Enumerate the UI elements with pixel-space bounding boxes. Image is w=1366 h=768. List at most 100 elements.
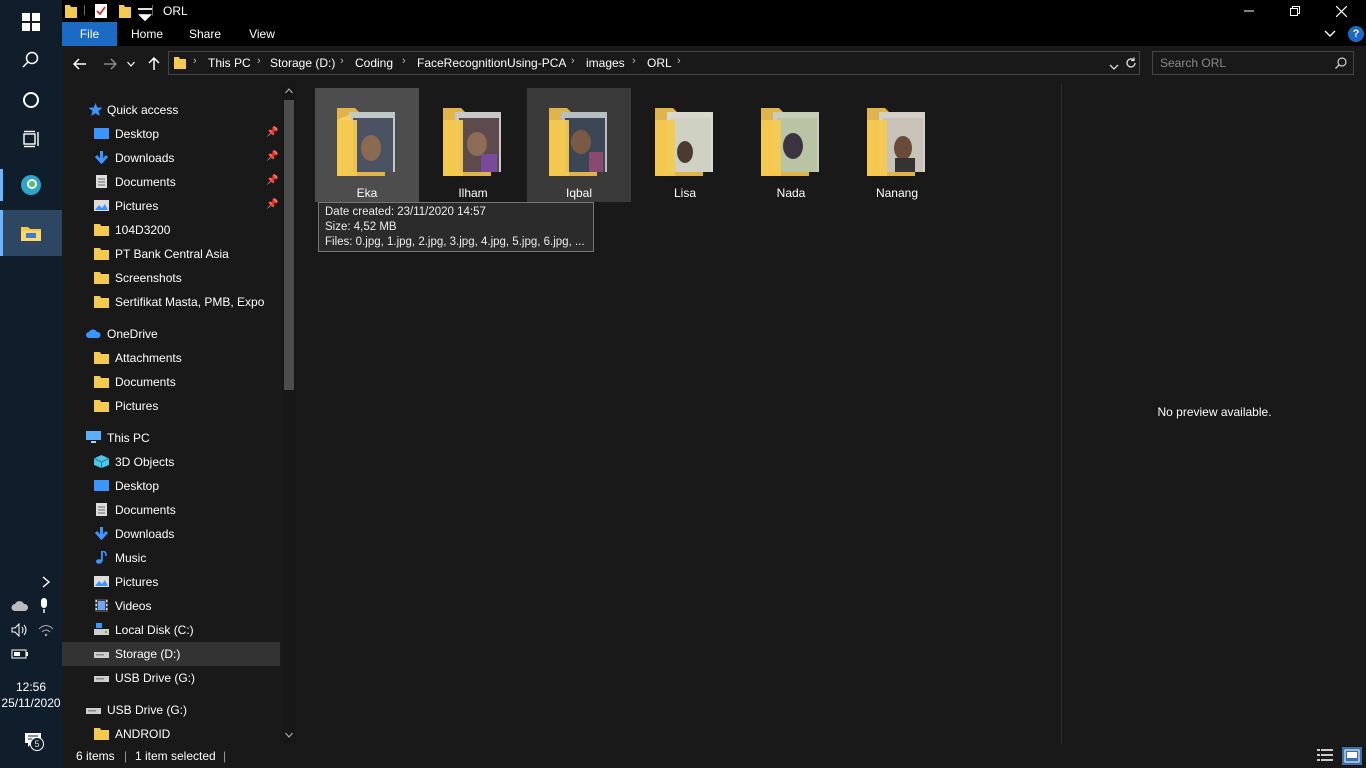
tab-view[interactable]: View xyxy=(239,22,285,46)
nav-pc-downloads[interactable]: Downloads xyxy=(62,522,280,546)
new-folder-icon[interactable] xyxy=(118,3,132,19)
pin-icon: 📌 xyxy=(266,151,279,162)
folder-icon xyxy=(94,272,109,284)
onedrive-tray-icon[interactable] xyxy=(10,597,30,615)
breadcrumb-this-pc[interactable]: This PC xyxy=(208,56,251,70)
search-button[interactable] xyxy=(0,38,62,82)
properties-icon[interactable] xyxy=(94,3,108,19)
nav-pc-usb-drive[interactable]: USB Drive (G:) xyxy=(62,666,280,690)
nav-pc-storage[interactable]: Storage (D:) xyxy=(62,642,280,666)
network-tray-icon[interactable] xyxy=(36,621,56,639)
scroll-up-icon[interactable] xyxy=(285,88,293,94)
nav-od-pictures[interactable]: Pictures xyxy=(62,394,280,418)
nav-label: Documents xyxy=(115,175,176,189)
windows-logo-icon xyxy=(22,13,40,31)
show-hidden-icons[interactable] xyxy=(36,573,56,591)
nav-qa-downloads[interactable]: Downloads 📌 xyxy=(62,146,280,170)
documents-icon xyxy=(96,175,107,188)
search-input[interactable]: Search ORL xyxy=(1152,51,1354,75)
battery-tray-icon[interactable] xyxy=(10,645,30,663)
expand-ribbon-button[interactable] xyxy=(1324,28,1336,42)
address-history-dropdown[interactable] xyxy=(1109,60,1119,74)
nav-qa-folder[interactable]: 104D3200 xyxy=(62,218,280,242)
folder-item[interactable]: Iqbal xyxy=(527,88,631,202)
pin-icon: 📌 xyxy=(266,199,279,210)
nav-quick-access[interactable]: Quick access xyxy=(62,98,280,122)
folder-item[interactable]: Nada xyxy=(739,88,843,202)
nav-pc-documents[interactable]: Documents xyxy=(62,498,280,522)
chevron-down-icon xyxy=(127,61,135,67)
folder-item[interactable]: Eka xyxy=(315,88,419,202)
clock[interactable]: 12:56 25/11/2020 xyxy=(0,679,62,711)
nav-onedrive[interactable]: OneDrive xyxy=(62,322,280,346)
breadcrumb-separator[interactable]: › xyxy=(677,55,681,67)
minimize-button[interactable] xyxy=(1226,0,1272,22)
nav-this-pc[interactable]: This PC xyxy=(62,426,280,450)
breadcrumb-separator[interactable]: › xyxy=(193,55,197,67)
nav-qa-folder[interactable]: Screenshots xyxy=(62,266,280,290)
nav-usb-android[interactable]: ANDROID xyxy=(62,722,280,744)
forward-button[interactable] xyxy=(100,54,120,74)
nav-qa-folder[interactable]: PT Bank Central Asia xyxy=(62,242,280,266)
volume-tray-icon[interactable] xyxy=(10,621,30,639)
large-icons-view-button[interactable] xyxy=(1342,747,1362,765)
arrow-left-icon xyxy=(73,58,86,70)
task-view-button[interactable] xyxy=(0,117,62,161)
breadcrumb-separator[interactable]: › xyxy=(632,55,636,67)
taskbar-app-file-explorer[interactable] xyxy=(0,210,62,256)
nav-od-attachments[interactable]: Attachments xyxy=(62,346,280,370)
status-separator: | xyxy=(124,749,128,763)
tab-file[interactable]: File xyxy=(62,22,117,46)
breadcrumb-separator[interactable]: › xyxy=(340,55,344,67)
nav-pc-pictures[interactable]: Pictures xyxy=(62,570,280,594)
close-button[interactable] xyxy=(1318,0,1364,22)
breadcrumb-project[interactable]: FaceRecognitionUsing-PCA xyxy=(417,56,566,70)
folder-item[interactable]: Lisa xyxy=(633,88,737,202)
breadcrumb-separator[interactable]: › xyxy=(257,55,261,67)
nav-usb[interactable]: USB Drive (G:) xyxy=(62,698,280,722)
cortana-button[interactable] xyxy=(0,78,62,122)
folder-item[interactable]: Nanang xyxy=(845,88,949,202)
taskbar-app-edge[interactable] xyxy=(0,163,62,207)
microphone-tray-icon[interactable] xyxy=(34,597,54,615)
nav-qa-desktop[interactable]: Desktop 📌 xyxy=(62,122,280,146)
nav-pc-videos[interactable]: Videos xyxy=(62,594,280,618)
file-explorer-icon xyxy=(21,227,41,241)
breadcrumb-orl[interactable]: ORL xyxy=(647,56,672,70)
address-bar[interactable]: › This PC › Storage (D:) › Coding › Face… xyxy=(168,51,1140,75)
nav-label: Documents xyxy=(115,375,176,389)
scroll-down-icon[interactable] xyxy=(285,732,293,738)
up-button[interactable] xyxy=(144,54,164,74)
documents-icon xyxy=(96,503,107,516)
nav-qa-documents[interactable]: Documents 📌 xyxy=(62,170,280,194)
refresh-button[interactable] xyxy=(1125,57,1137,72)
nav-pc-local-disk[interactable]: Local Disk (C:) xyxy=(62,618,280,642)
search-icon[interactable] xyxy=(1335,57,1347,69)
file-list[interactable]: Eka Ilham Iqbal Lisa Nada Nanang xyxy=(300,84,1060,744)
breadcrumb-coding[interactable]: Coding xyxy=(355,56,393,70)
breadcrumb-separator[interactable]: › xyxy=(402,55,406,67)
nav-scrollbar[interactable] xyxy=(282,84,296,744)
action-center-button[interactable]: 5 xyxy=(20,728,46,752)
nav-qa-folder[interactable]: Sertifikat Masta, PMB, Expo xyxy=(62,290,280,314)
nav-qa-pictures[interactable]: Pictures 📌 xyxy=(62,194,280,218)
nav-od-documents[interactable]: Documents xyxy=(62,370,280,394)
breadcrumb-images[interactable]: images xyxy=(586,56,625,70)
nav-pc-music[interactable]: Music xyxy=(62,546,280,570)
back-button[interactable] xyxy=(70,54,90,74)
tab-home[interactable]: Home xyxy=(124,22,170,46)
folder-item[interactable]: Ilham xyxy=(421,88,525,202)
details-view-button[interactable] xyxy=(1317,748,1335,764)
title-separator: | xyxy=(151,4,154,16)
pictures-icon xyxy=(94,200,109,211)
nav-pc-desktop[interactable]: Desktop xyxy=(62,474,280,498)
scroll-thumb[interactable] xyxy=(284,100,294,390)
restore-button[interactable] xyxy=(1272,0,1318,22)
breadcrumb-separator[interactable]: › xyxy=(571,55,575,67)
help-button[interactable]: ? xyxy=(1348,26,1364,42)
breadcrumb-storage[interactable]: Storage (D:) xyxy=(270,56,335,70)
recent-locations-button[interactable] xyxy=(124,54,138,74)
drive-icon xyxy=(94,676,109,682)
tab-share[interactable]: Share xyxy=(182,22,228,46)
nav-pc-3d-objects[interactable]: 3D Objects xyxy=(62,450,280,474)
